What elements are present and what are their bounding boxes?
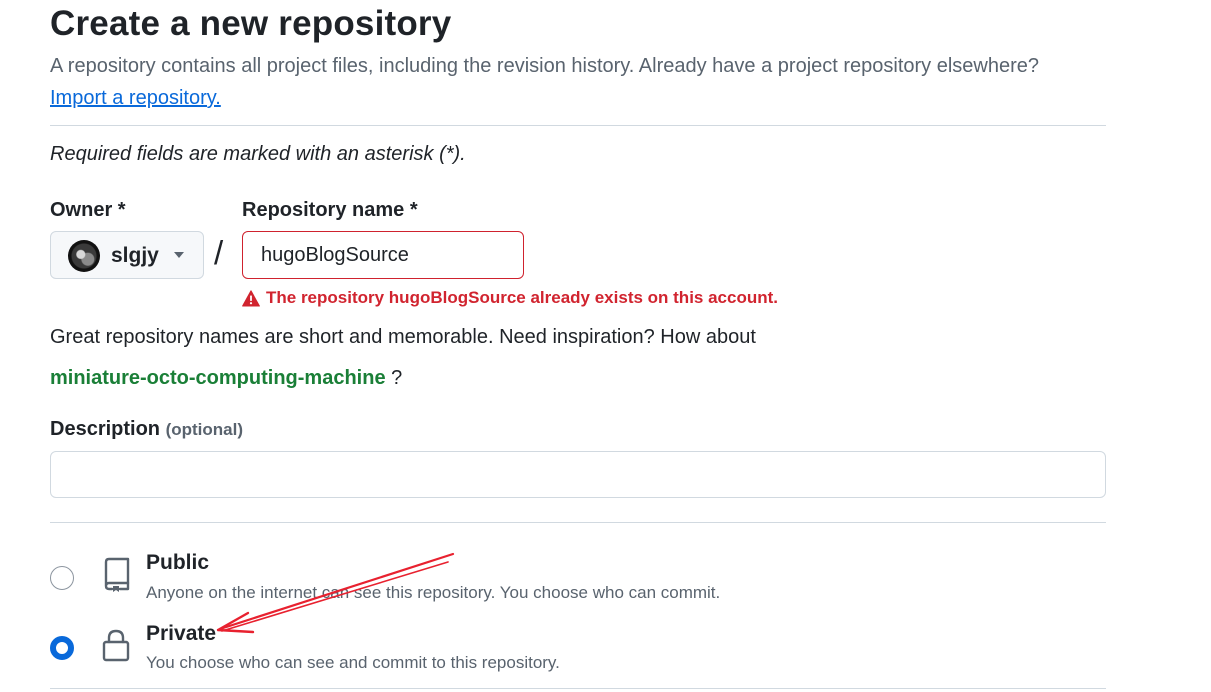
- private-option-title: Private: [146, 622, 217, 645]
- owner-name: slgjy: [111, 244, 159, 267]
- optional-hint: (optional): [165, 420, 244, 439]
- avatar: [68, 240, 100, 272]
- create-repository-page: Create a new repository A repository con…: [0, 0, 1211, 692]
- private-option-description: You choose who can see and commit to thi…: [146, 653, 560, 672]
- import-repository-link[interactable]: Import a repository.: [50, 87, 221, 110]
- public-radio[interactable]: [50, 566, 74, 590]
- inspiration-text: Great repository names are short and mem…: [50, 326, 756, 348]
- caret-down-icon: [174, 252, 184, 258]
- repository-name-input[interactable]: [242, 231, 524, 279]
- description-label-row: Description (optional): [50, 418, 243, 441]
- public-option-title: Public: [146, 551, 210, 574]
- name-suggestion-row: miniature-octo-computing-machine ?: [50, 367, 402, 390]
- owner-repo-separator: /: [214, 234, 224, 271]
- description-input[interactable]: [50, 451, 1106, 498]
- required-fields-note: Required fields are marked with an aster…: [50, 143, 466, 165]
- description-label: Description: [50, 418, 161, 440]
- suggested-name-link[interactable]: miniature-octo-computing-machine: [50, 367, 386, 389]
- section-divider: [50, 522, 1106, 523]
- section-divider: [50, 688, 1106, 689]
- owner-label: Owner *: [50, 199, 126, 221]
- lock-icon: [102, 629, 130, 662]
- owner-dropdown[interactable]: slgjy: [50, 231, 204, 279]
- repo-icon: [104, 557, 130, 592]
- private-radio[interactable]: [50, 636, 74, 660]
- repository-name-error: The repository hugoBlogSource already ex…: [242, 287, 778, 309]
- page-title: Create a new repository: [50, 4, 452, 43]
- repository-name-label: Repository name *: [242, 199, 418, 221]
- section-divider: [50, 125, 1106, 126]
- error-message: The repository hugoBlogSource already ex…: [266, 288, 778, 307]
- suggestion-suffix: ?: [385, 367, 403, 389]
- public-option-description: Anyone on the internet can see this repo…: [146, 583, 721, 602]
- alert-icon: [242, 289, 260, 306]
- page-subtitle: A repository contains all project files,…: [50, 55, 1040, 77]
